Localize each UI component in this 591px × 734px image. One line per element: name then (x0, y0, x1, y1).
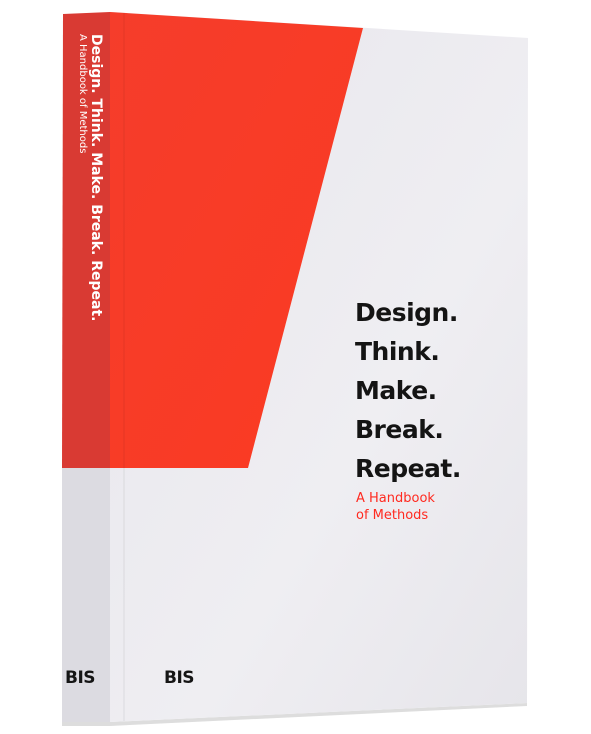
cover-title: Design. Think. Make. Break. Repeat. (355, 293, 461, 488)
title-line: Design. (355, 298, 458, 327)
title-line: Break. (355, 415, 444, 444)
subtitle-line: A Handbook (356, 491, 435, 506)
spine-subtitle: A Handbook of Methods (77, 34, 88, 154)
title-line: Repeat. (355, 454, 461, 483)
spine-title: Design. Think. Make. Break. Repeat. (88, 34, 104, 322)
title-line: Make. (355, 376, 437, 405)
cover-publisher-logo: BIS (164, 668, 195, 688)
title-line: Think. (355, 337, 440, 366)
spine-text: Design. Think. Make. Break. Repeat. A Ha… (76, 34, 104, 322)
subtitle-line: of Methods (356, 508, 429, 523)
spine-publisher-logo: BIS (65, 668, 96, 688)
cover-subtitle: A Handbook of Methods (356, 490, 435, 524)
